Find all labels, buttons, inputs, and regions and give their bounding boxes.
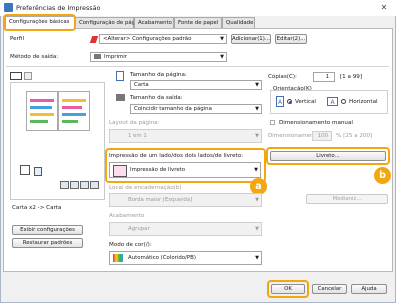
duplex-label: Impressão de um lado/dos dois lados/de l… [109,153,244,159]
chevron-down-icon: ▼ [255,82,259,88]
scaling-range: % [25 a 200] [336,133,373,139]
page-layout-value: 1 em 1 [128,133,147,139]
chevron-down-icon: ▼ [220,54,224,60]
preview-mode-icon[interactable] [10,72,22,80]
preview-content-bar [30,120,48,123]
chevron-down-icon: ▼ [255,226,259,232]
restore-defaults-button[interactable]: Restaurar padrões [12,238,83,248]
binding-value: Borda maior [Esquerda] [128,197,193,203]
chevron-down-icon: ▼ [220,36,224,42]
output-size-dropdown[interactable]: Coincidir tamanho da página ▼ [130,104,262,114]
preview-content-bar [62,113,86,116]
page-size-label: Tamanho da página: [130,72,187,78]
view-settings-button[interactable]: Exibir configurações [12,225,83,235]
landscape-icon: A [327,97,338,106]
output-size-label: Tamanho da saída: [130,95,183,101]
preview-caption: Carta x2 -> Carta [12,205,62,211]
binding-label: Local de encadernação(b) [109,185,182,191]
printer-icon [94,54,101,59]
preview-content-bar [62,99,86,102]
profile-dropdown[interactable]: <Alterar> Configurações padrão ▼ [99,34,227,44]
portrait-radio[interactable] [287,99,292,104]
color-mode-label: Modo de cor(/): [109,242,152,248]
tab-page-setup[interactable]: Configuração de página [75,17,143,28]
finishing-value: Agrupar [128,226,150,232]
tab-finishing[interactable]: Acabamento [134,17,174,28]
chevron-down-icon: ▼ [255,255,259,261]
preview-content-bar [62,120,78,123]
booklet-button[interactable]: Livreto... [270,151,386,161]
duplex-value: Impressão de livreto [130,167,186,173]
finishing-dropdown[interactable]: Agrupar ▼ [109,222,262,236]
close-icon[interactable]: ✕ [377,3,391,13]
page-size-icon [116,71,124,81]
divider [6,66,389,67]
binding-dropdown[interactable]: Borda maior [Esquerda] ▼ [109,193,262,207]
profile-value: <Alterar> Configurações padrão [103,36,192,42]
output-method-value: Imprimir [104,54,127,60]
manual-scaling-checkbox[interactable] [270,120,275,125]
ok-button[interactable]: OK [271,284,305,294]
preview-content-bar [62,106,82,109]
manual-scaling-label: Dimensionamento manual [279,120,353,126]
portrait-label: Vertical [295,99,316,105]
page-layout-label: Layout da página: [109,120,160,126]
duplex-dropdown[interactable]: Impressão de livreto ▼ [109,162,261,178]
layout-icon [70,181,79,189]
chevron-down-icon: ▼ [255,133,259,139]
scaling-value: 100 [317,133,328,139]
staple-icon [80,181,89,189]
copies-range: [1 a 99] [340,74,363,80]
copies-label: Cópias(C): [268,74,297,80]
page-layout-dropdown[interactable]: 1 em 1 ▼ [109,129,262,143]
profile-label: Perfil [10,36,24,42]
copies-indicator-icon [34,167,42,176]
tab-highlight [3,14,76,31]
preview-content-bar [30,113,54,116]
scaling-input[interactable]: 100 [312,131,332,141]
preview-page-right [58,91,90,131]
add-profile-button[interactable]: Adicionar(1)... [231,34,271,44]
page-size-dropdown[interactable]: Carta ▼ [130,80,262,90]
gutter-button[interactable]: Medianiz... [306,194,388,204]
copies-value: 1 [325,74,329,80]
callout-b: b [374,167,391,184]
output-size-value: Coincidir tamanho da página [134,106,212,112]
portrait-icon: A [276,96,284,107]
page-size-value: Carta [134,82,149,88]
finishing-label: Acabamento [109,213,145,219]
color-mode-icon [113,254,123,262]
chevron-down-icon: ▼ [255,106,259,112]
tab-quality[interactable]: Qualidade [222,17,255,28]
chevron-down-icon: ▼ [255,197,259,203]
color-mode-value: Automático (Colorido/PB) [128,255,196,261]
preview-page-left [26,91,58,131]
printer-app-icon [4,3,13,12]
preview-content-bar [30,106,52,109]
help-button[interactable]: Ajuda [351,284,387,294]
landscape-label: Horizontal [349,99,378,105]
output-method-dropdown[interactable]: Imprimir ▼ [90,52,227,62]
edit-profile-button[interactable]: Editar(2)... [275,34,307,44]
landscape-radio[interactable] [341,99,346,104]
booklet-icon [113,165,127,177]
cancel-button[interactable]: Cancelar [312,284,347,294]
color-icon [90,181,99,189]
output-size-icon [116,94,125,101]
color-mode-dropdown[interactable]: Automático (Colorido/PB) ▼ [109,251,262,265]
copies-stepper[interactable]: 1 [313,72,335,82]
output-method-label: Método de saída: [10,54,59,60]
window-title: Preferências de Impressão [16,4,101,12]
preview-toggle-icon[interactable] [24,72,32,80]
booklet-icon [60,181,69,189]
duplex-indicator-icon [20,165,30,175]
chevron-down-icon: ▼ [254,167,258,173]
preview-content-bar [30,99,54,102]
tab-paper-source[interactable]: Fonte de papel [174,17,222,28]
